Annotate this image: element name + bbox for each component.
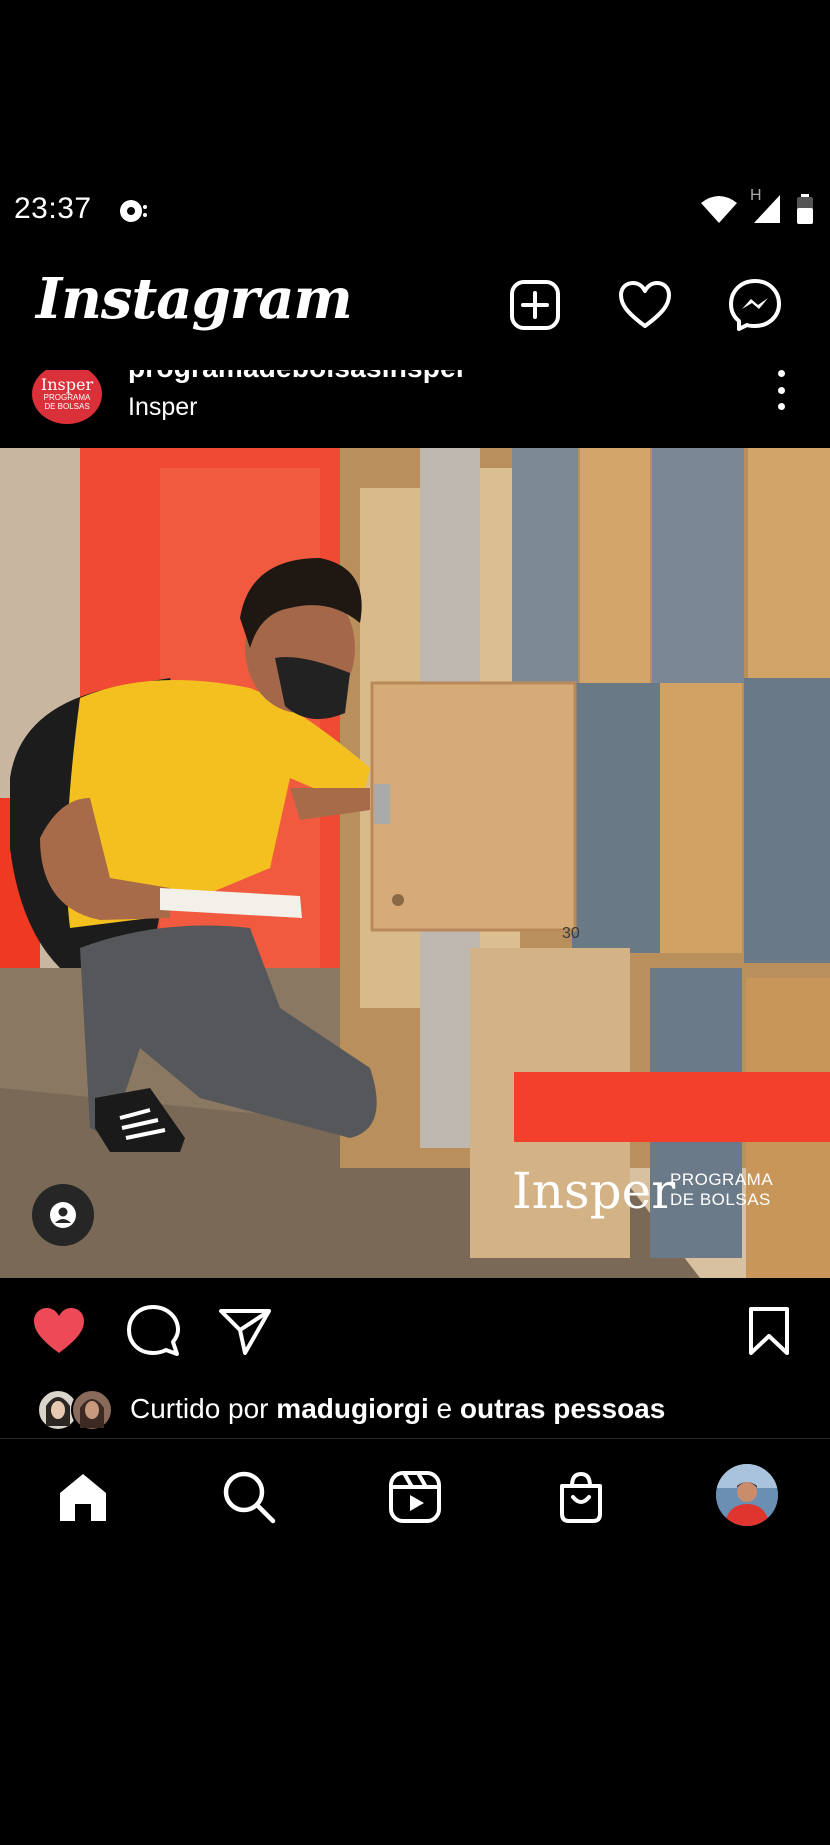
reels-icon	[389, 1471, 441, 1523]
dot-icon	[778, 403, 785, 410]
likes-conjunction: e	[428, 1393, 460, 1424]
brand-tag-line1: PROGRAMA	[670, 1170, 774, 1189]
dot-icon	[778, 370, 785, 377]
signal-icon: H	[750, 187, 782, 228]
user-tag-icon	[50, 1202, 76, 1228]
brand-tagline: PROGRAMA DE BOLSAS	[670, 1170, 773, 1210]
new-post-button[interactable]	[506, 276, 564, 334]
share-button[interactable]	[216, 1302, 274, 1360]
likes-prefix: Curtido por	[130, 1393, 277, 1424]
heart-icon	[619, 281, 671, 328]
nav-reels[interactable]	[386, 1468, 444, 1526]
dot-icon	[778, 386, 785, 394]
scroll-edge	[0, 344, 830, 368]
new-post-icon	[510, 280, 560, 330]
nav-search[interactable]	[220, 1468, 278, 1526]
wifi-icon	[700, 195, 738, 228]
likes-summary[interactable]: Curtido por madugiorgi e outras pessoas	[130, 1393, 665, 1425]
post-photo	[0, 448, 830, 1278]
nav-profile-avatar[interactable]	[716, 1464, 778, 1526]
avatar-line1: Insper	[40, 375, 94, 394]
nav-shop[interactable]	[552, 1468, 610, 1526]
status-icons: H	[700, 187, 814, 229]
brand-logo: Insper	[512, 1162, 676, 1220]
liked-by-avatars[interactable]	[36, 1388, 114, 1432]
nav-divider	[0, 1438, 830, 1439]
locker-number: 30	[562, 925, 580, 942]
bookmark-icon	[749, 1307, 789, 1355]
shop-icon	[560, 1471, 602, 1523]
like-button[interactable]	[30, 1302, 88, 1360]
search-icon	[223, 1471, 276, 1524]
brand-tag-line2: DE BOLSAS	[670, 1190, 771, 1209]
post-image[interactable]: 30 Insper PROGRAMA DE BOLSAS	[0, 448, 830, 1278]
activity-button[interactable]	[616, 276, 674, 334]
heart-filled-icon	[34, 1308, 84, 1353]
profile-photo	[716, 1464, 778, 1526]
messenger-button[interactable]	[726, 276, 784, 334]
battery-icon	[796, 194, 814, 229]
avatar-line2: PROGRAMA	[43, 393, 91, 402]
comment-icon	[127, 1305, 180, 1356]
messenger-icon	[729, 279, 781, 331]
likes-others[interactable]: outras pessoas	[460, 1393, 665, 1424]
post-avatar[interactable]: Insper PROGRAMA DE BOLSAS	[32, 364, 102, 424]
send-icon	[219, 1309, 271, 1355]
instagram-logo: Instagram	[36, 266, 353, 332]
network-label: H	[750, 187, 762, 204]
likes-user[interactable]: madugiorgi	[276, 1393, 428, 1424]
comment-button[interactable]	[124, 1302, 182, 1360]
tagged-users-button[interactable]	[32, 1184, 94, 1246]
more-options-button[interactable]	[778, 370, 788, 410]
status-time: 23:37	[14, 192, 92, 225]
home-icon	[60, 1474, 106, 1521]
notification-icon	[118, 198, 148, 229]
liker-avatars-icon	[37, 1389, 113, 1431]
post-location[interactable]: Insper	[128, 393, 197, 422]
avatar-line3: DE BOLSAS	[44, 402, 90, 411]
save-button[interactable]	[740, 1302, 798, 1360]
nav-home[interactable]	[54, 1468, 112, 1526]
